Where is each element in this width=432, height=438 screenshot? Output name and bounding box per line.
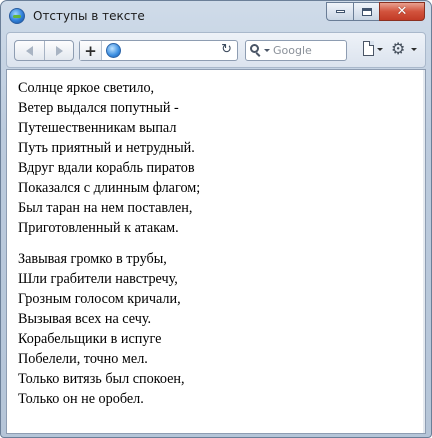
minimize-button[interactable] [326, 2, 353, 21]
poem-line: Шли грабители навстречу, [18, 271, 178, 287]
browser-app-icon [9, 8, 25, 24]
poem-line: Путешественникам выпал [18, 120, 177, 136]
page-viewport[interactable]: Солнце яркое светило, Ветер выдался попу… [6, 69, 426, 434]
search-lens [250, 44, 259, 53]
url-input[interactable] [126, 43, 206, 58]
globe-icon [106, 43, 121, 58]
poem-line: Вдруг вдали корабль пиратов [18, 160, 195, 176]
gear-icon: ⚙ [391, 39, 406, 58]
stanza-1: Солнце яркое светило, Ветер выдался попу… [18, 78, 413, 238]
maximize-icon [361, 7, 372, 16]
address-bar[interactable]: + ↻ [79, 40, 238, 61]
poem-line: Ветер выдался попутный - [18, 100, 179, 116]
search-input[interactable] [273, 43, 343, 58]
reload-icon[interactable]: ↻ [221, 42, 232, 57]
back-forward-group [14, 40, 74, 61]
back-icon [26, 45, 33, 56]
search-icon[interactable] [250, 44, 262, 57]
poem-line: Был таран на нем поставлен, [18, 200, 193, 216]
search-handle [255, 52, 261, 57]
minimize-icon [335, 10, 345, 13]
page-menu-button[interactable] [361, 41, 383, 61]
forward-icon [55, 45, 63, 56]
title-bar[interactable]: Отступы в тексте ✕ [1, 1, 431, 31]
poem-line: Путь приятный и нетрудный. [18, 140, 195, 156]
search-engine-dropdown-icon[interactable] [264, 49, 270, 52]
poem-line: Только витязь был спокоен, [18, 371, 185, 387]
navigation-toolbar: + ↻ ⚙ [6, 32, 426, 68]
window-title: Отступы в тексте [33, 9, 145, 23]
search-bar[interactable] [245, 40, 347, 61]
tools-menu-button[interactable]: ⚙ [391, 41, 417, 61]
stanza-2: Завывая громко в трубы, Шли грабители на… [18, 249, 413, 409]
poem-line: Показался с длинным флагом; [18, 180, 201, 196]
poem-line: Корабельщики в испуге [18, 331, 162, 347]
poem-line: Приготовленный к атакам. [18, 220, 179, 236]
poem-line: Только он не оробел. [18, 391, 144, 407]
caption-buttons: ✕ [326, 2, 425, 21]
poem-line: Вызывая всех на сечу. [18, 311, 152, 327]
chevron-down-icon [411, 48, 417, 51]
poem-line: Солнце яркое светило, [18, 80, 155, 96]
maximize-button[interactable] [353, 2, 379, 21]
poem-line: Побелели, точно мел. [18, 351, 148, 367]
forward-button[interactable] [44, 41, 73, 60]
poem-text: Солнце яркое светило, Ветер выдался попу… [18, 78, 413, 409]
browser-window: Отступы в тексте ✕ + ↻ Google ⚙ Солнце я… [0, 0, 432, 438]
plus-icon: + [84, 41, 97, 60]
close-button[interactable]: ✕ [379, 2, 425, 21]
chevron-down-icon [377, 48, 383, 51]
new-tab-button[interactable]: + [80, 41, 102, 60]
poem-line: Завывая громко в трубы, [18, 251, 167, 267]
scrollbar-edge [423, 70, 425, 433]
back-button[interactable] [15, 41, 44, 60]
poem-line: Грозным голосом кричали, [18, 291, 181, 307]
close-icon: ✕ [396, 4, 408, 19]
page-menu-icon [363, 41, 374, 56]
